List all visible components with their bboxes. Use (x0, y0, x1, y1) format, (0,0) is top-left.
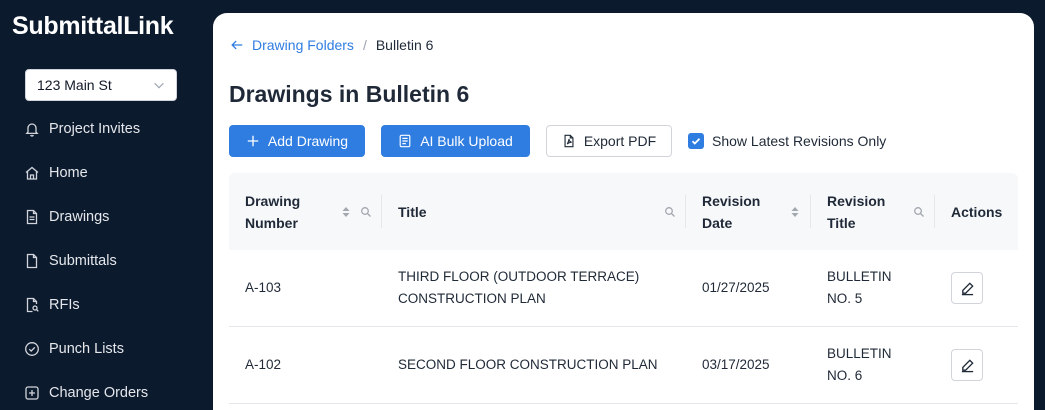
sidebar: SubmittalLink 123 Main St Project Invite… (0, 0, 200, 410)
header-line: Date (702, 214, 733, 231)
breadcrumb-back-link[interactable]: Drawing Folders (230, 37, 354, 53)
cell-rev-line: BULLETIN (827, 269, 892, 284)
header-line: Title (827, 214, 856, 231)
latest-revisions-toggle[interactable]: Show Latest Revisions Only (688, 133, 886, 149)
plus-icon (247, 135, 259, 147)
edit-button[interactable] (951, 272, 983, 304)
breadcrumb: Drawing Folders / Bulletin 6 (230, 37, 433, 53)
file-text-icon (24, 209, 40, 225)
export-pdf-label: Export PDF (583, 133, 657, 149)
sidebar-item-label: Change Orders (49, 385, 149, 401)
sidebar-item-change-orders[interactable]: Change Orders (0, 371, 200, 410)
check-circle-icon (24, 341, 40, 357)
cell-rev-line: NO. 6 (827, 368, 863, 383)
header-line: Revision (827, 192, 886, 209)
sidebar-item-label: Drawings (49, 209, 110, 225)
home-icon (24, 165, 40, 181)
cell-title-line: SECOND FLOOR CONSTRUCTION PLAN (398, 357, 658, 372)
project-select[interactable]: 123 Main St (25, 69, 177, 101)
column-header-revision-title[interactable]: Revision Title (811, 173, 935, 250)
table-row[interactable]: A-102 SECOND FLOOR CONSTRUCTION PLAN 03/… (229, 327, 1018, 404)
sidebar-item-label: Home (49, 165, 88, 181)
sidebar-item-label: Punch Lists (49, 341, 124, 357)
sidebar-item-label: Project Invites (49, 121, 141, 137)
export-pdf-button[interactable]: Export PDF (546, 125, 672, 157)
add-drawing-button[interactable]: Add Drawing (229, 125, 365, 157)
cell-drawing-number: A-102 (245, 357, 282, 372)
header-line: Actions (951, 203, 1003, 220)
column-header-actions: Actions (935, 173, 1018, 250)
column-header-title[interactable]: Title (382, 173, 686, 250)
cell-revision-date: 01/27/2025 (702, 280, 770, 295)
cell-title-line: THIRD FLOOR (OUTDOOR TERRACE) (398, 269, 640, 284)
document-scan-icon (399, 134, 411, 148)
latest-revisions-checkbox[interactable] (688, 133, 704, 149)
sidebar-item-label: Submittals (49, 253, 117, 269)
pencil-icon (961, 358, 974, 372)
plus-square-icon (24, 385, 40, 401)
cell-revision-title: BULLETIN NO. 5 (811, 250, 935, 326)
file-search-icon (24, 297, 40, 313)
main-panel: Drawing Folders / Bulletin 6 Drawings in… (213, 13, 1034, 410)
search-icon[interactable] (664, 206, 676, 218)
add-drawing-label: Add Drawing (267, 133, 349, 149)
sidebar-item-punch-lists[interactable]: Punch Lists (0, 327, 200, 371)
drawings-table: Drawing Number Title Revision Date Revis… (229, 173, 1018, 404)
cell-title-line: CONSTRUCTION PLAN (398, 291, 546, 306)
sidebar-item-drawings[interactable]: Drawings (0, 195, 200, 239)
ai-bulk-upload-label: AI Bulk Upload (420, 133, 513, 149)
sidebar-item-home[interactable]: Home (0, 151, 200, 195)
latest-revisions-label: Show Latest Revisions Only (712, 133, 887, 149)
breadcrumb-back-label: Drawing Folders (252, 37, 354, 53)
cell-drawing-number: A-103 (245, 280, 282, 295)
cell-revision-date: 03/17/2025 (702, 357, 770, 372)
brand-logo: SubmittalLink (12, 12, 174, 40)
cell-actions (935, 250, 1018, 326)
pdf-file-icon (564, 134, 574, 148)
cell-rev-line: NO. 5 (827, 291, 863, 306)
chevron-down-icon (154, 82, 164, 89)
ai-bulk-upload-button[interactable]: AI Bulk Upload (381, 125, 530, 157)
cell-revision-title: BULLETIN NO. 6 (811, 327, 935, 403)
header-line: Revision (702, 192, 761, 209)
search-icon[interactable] (360, 206, 372, 218)
check-icon (691, 138, 701, 145)
search-icon[interactable] (913, 206, 925, 218)
cell-rev-line: BULLETIN (827, 346, 892, 361)
header-line: Drawing (245, 192, 301, 209)
pencil-icon (961, 281, 974, 295)
cell-title: SECOND FLOOR CONSTRUCTION PLAN (382, 327, 686, 403)
table-row[interactable]: A-103 THIRD FLOOR (OUTDOOR TERRACE) CONST… (229, 250, 1018, 327)
breadcrumb-current: Bulletin 6 (375, 37, 434, 53)
table-header: Drawing Number Title Revision Date Revis… (229, 173, 1018, 250)
edit-button[interactable] (951, 349, 983, 381)
project-select-value: 123 Main St (37, 77, 112, 93)
sidebar-item-rfis[interactable]: RFIs (0, 283, 200, 327)
sort-icon[interactable] (789, 206, 801, 218)
cell-title: THIRD FLOOR (OUTDOOR TERRACE) CONSTRUCTIO… (382, 250, 686, 326)
page-title: Drawings in Bulletin 6 (229, 81, 470, 107)
sidebar-nav: Project Invites Home Drawings Submittals… (0, 107, 200, 410)
breadcrumb-separator: / (362, 37, 367, 53)
cell-actions (935, 327, 1018, 403)
header-line: Number (245, 214, 298, 231)
sort-icon[interactable] (340, 206, 352, 218)
toolbar: Add Drawing AI Bulk Upload Export PDF Sh… (229, 125, 886, 157)
header-line: Title (398, 203, 427, 220)
sidebar-item-project-invites[interactable]: Project Invites (0, 107, 200, 151)
file-icon (24, 253, 40, 269)
sidebar-item-submittals[interactable]: Submittals (0, 239, 200, 283)
bell-icon (24, 121, 40, 137)
arrow-left-icon (231, 40, 243, 50)
column-header-revision-date[interactable]: Revision Date (686, 173, 811, 250)
sidebar-item-label: RFIs (49, 297, 80, 313)
column-header-drawing-number[interactable]: Drawing Number (229, 173, 382, 250)
